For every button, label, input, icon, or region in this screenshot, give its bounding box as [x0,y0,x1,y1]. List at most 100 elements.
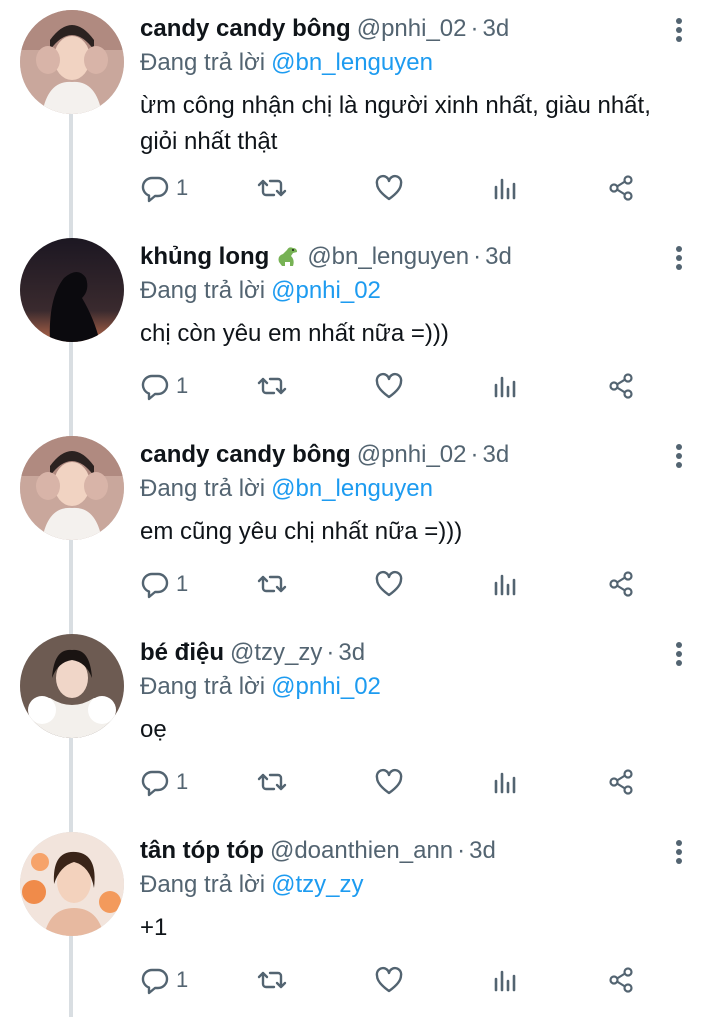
like-button[interactable] [374,366,404,406]
user-handle[interactable]: @doanthien_ann [270,837,453,864]
action-bar: 1 [140,168,660,208]
analytics-icon [494,970,516,992]
like-icon [375,372,403,399]
reply-mention[interactable]: @pnhi_02 [271,673,381,700]
reply-button[interactable]: 1 [140,960,188,1000]
reply-icon [141,968,169,995]
replying-to: Đang trả lời @pnhi_02 [140,276,381,306]
share-button[interactable] [606,762,636,802]
tweet-3[interactable]: candy candy bông @pnhi_02 · 3d Đang trả lời… [0,426,720,624]
display-name[interactable]: khủng long [140,243,269,270]
retweet-icon [257,773,287,791]
tweet-header: candy candy bông @pnhi_02 · 3d [140,440,660,470]
reply-mention[interactable]: @pnhi_02 [271,277,381,304]
share-button[interactable] [606,960,636,1000]
replying-label: Đang trả lời [140,673,266,700]
replying-label: Đang trả lời [140,475,266,502]
share-icon [609,967,633,993]
reply-count: 1 [176,373,189,398]
reply-button[interactable]: 1 [140,168,188,208]
tweet-header: bé điệu @tzy_zy · 3d [140,638,660,668]
tweet-text: ừm công nhận chị là người xinh nhất, già… [140,92,651,155]
dinosaur-emoji [275,244,301,276]
retweet-button[interactable] [257,366,287,406]
reply-button[interactable]: 1 [140,564,188,604]
reply-count: 1 [176,175,189,200]
avatar-candy[interactable] [20,10,124,114]
retweet-button[interactable] [257,564,287,604]
avatar-tan-top-top[interactable] [20,832,124,936]
retweet-icon [257,179,287,197]
avatar-khung-long[interactable] [20,238,124,342]
share-button[interactable] [606,366,636,406]
reply-mention[interactable]: @tzy_zy [271,871,363,898]
reply-mention[interactable]: @bn_lenguyen [271,49,433,76]
replying-to: Đang trả lời @bn_lenguyen [140,474,433,504]
analytics-button[interactable] [491,762,521,802]
share-button[interactable] [606,564,636,604]
timestamp[interactable]: 3d [482,15,509,42]
retweet-button[interactable] [257,762,287,802]
more-icon[interactable] [668,244,690,272]
display-name[interactable]: candy candy bông [140,441,351,468]
user-handle[interactable]: @pnhi_02 [357,441,467,468]
tweet-1[interactable]: candy candy bông @pnhi_02 · 3d Đang trả lời… [0,0,720,203]
tweet-header: candy candy bông @pnhi_02 · 3d [140,14,660,44]
like-button[interactable] [374,960,404,1000]
retweet-icon [257,575,287,593]
action-bar: 1 [140,762,660,802]
reply-mention[interactable]: @bn_lenguyen [271,475,433,502]
more-icon[interactable] [668,838,690,866]
timestamp[interactable]: 3d [469,837,496,864]
display-name[interactable]: tân tóp tóp [140,837,264,864]
like-button[interactable] [374,168,404,208]
replying-label: Đang trả lời [140,871,266,898]
like-icon [375,768,403,795]
like-button[interactable] [374,762,404,802]
user-handle[interactable]: @bn_lenguyen [307,243,469,270]
tweet-text: +1 [140,914,168,941]
like-button[interactable] [374,564,404,604]
tweet-header: tân tóp tóp @doanthien_ann · 3d [140,836,660,866]
replying-to: Đang trả lời @tzy_zy [140,870,364,900]
replying-label: Đang trả lời [140,277,266,304]
tweet-2[interactable]: khủng long @bn_lenguyen · 3d Đang trả lời @p… [0,228,720,426]
display-name[interactable]: candy candy bông [140,15,351,42]
like-icon [375,174,403,201]
replying-to: Đang trả lời @bn_lenguyen [140,48,433,78]
tweet-4[interactable]: bé điệu @tzy_zy · 3d Đang trả lời @pnhi_02 o… [0,624,720,822]
analytics-button[interactable] [491,366,521,406]
tweet-header: khủng long @bn_lenguyen · 3d [140,242,660,276]
more-icon[interactable] [668,16,690,44]
share-button[interactable] [606,168,636,208]
reply-button[interactable]: 1 [140,762,188,802]
retweet-button[interactable] [257,960,287,1000]
share-icon [609,571,633,597]
avatar-be-dieu[interactable] [20,634,124,738]
separator-dot: · [326,639,335,666]
more-icon[interactable] [668,442,690,470]
analytics-button[interactable] [491,564,521,604]
tweet-5[interactable]: tân tóp tóp @doanthien_ann · 3d Đang trả lờ… [0,822,720,1020]
reply-icon [141,770,169,797]
separator-dot: · [457,837,466,864]
reply-button[interactable]: 1 [140,366,188,406]
timestamp[interactable]: 3d [482,441,509,468]
avatar-candy[interactable] [20,436,124,540]
retweet-button[interactable] [257,168,287,208]
more-icon[interactable] [668,640,690,668]
like-icon [375,966,403,993]
user-handle[interactable]: @tzy_zy [230,639,322,666]
tweet-text: oẹ [140,716,167,743]
timestamp[interactable]: 3d [485,243,512,270]
reply-count: 1 [176,769,189,794]
replying-to: Đang trả lời @pnhi_02 [140,672,381,702]
analytics-button[interactable] [491,168,521,208]
reply-count: 1 [176,571,189,596]
share-icon [609,769,633,795]
user-handle[interactable]: @pnhi_02 [357,15,467,42]
display-name[interactable]: bé điệu [140,639,224,666]
timestamp[interactable]: 3d [338,639,365,666]
analytics-icon [494,574,516,596]
analytics-button[interactable] [491,960,521,1000]
